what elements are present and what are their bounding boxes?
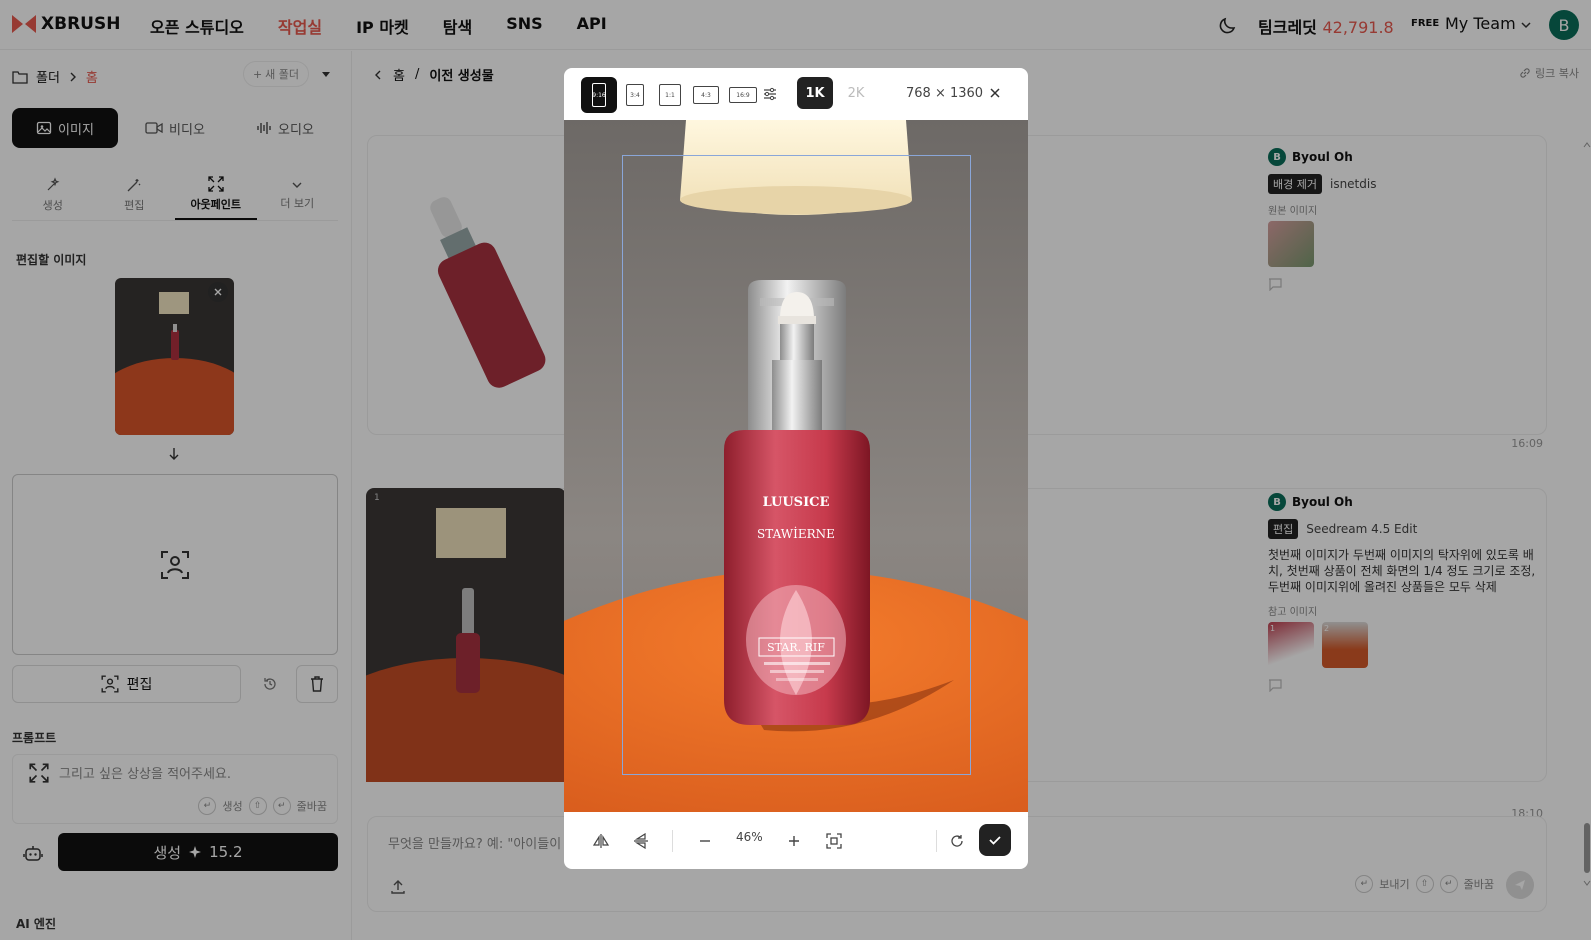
output-dimensions: 768 × 1360 <box>906 86 984 101</box>
ratio-9-16-button[interactable]: 9:16 <box>581 77 617 113</box>
ratio-4-3-label: 4:3 <box>693 86 719 104</box>
zoom-level: 46% <box>736 830 763 844</box>
resolution-2k-button[interactable]: 2K <box>838 77 874 109</box>
crop-frame[interactable] <box>622 155 971 775</box>
ratio-1-1-button[interactable]: 1:1 <box>652 77 688 113</box>
fit-to-screen-button[interactable] <box>821 828 847 854</box>
confirm-button[interactable] <box>979 824 1011 856</box>
toolbar-divider <box>672 830 673 852</box>
toolbar-divider <box>936 830 937 852</box>
sliders-icon[interactable] <box>763 87 777 101</box>
crop-canvas[interactable]: LUUSICE STAWİERNE STAR. RIF <box>564 120 1028 812</box>
outpaint-crop-modal: 9:16 3:4 1:1 4:3 16:9 1K 2K 768 × 1360 L… <box>564 68 1028 869</box>
resolution-1k-button[interactable]: 1K <box>797 77 833 109</box>
ratio-16-9-label: 16:9 <box>729 87 757 103</box>
ratio-3-4-label: 3:4 <box>626 84 644 106</box>
plus-icon <box>789 836 799 846</box>
modal-toolbar: 9:16 3:4 1:1 4:3 16:9 1K 2K 768 × 1360 <box>564 68 1028 120</box>
close-icon[interactable] <box>988 86 1002 100</box>
flip-vertical-icon <box>634 833 648 849</box>
ratio-1-1-label: 1:1 <box>659 84 681 106</box>
ratio-9-16-label: 9:16 <box>592 83 606 107</box>
zoom-in-button[interactable] <box>781 828 807 854</box>
fit-screen-icon <box>826 833 842 849</box>
refresh-icon <box>951 835 963 847</box>
flip-horizontal-button[interactable] <box>588 828 614 854</box>
check-icon <box>989 836 1001 845</box>
minus-icon <box>700 840 710 842</box>
flip-vertical-button[interactable] <box>628 828 654 854</box>
app-root: XBRUSH 오픈 스튜디오 작업실 IP 마켓 탐색 SNS API 팀크레딧… <box>0 0 1591 940</box>
ratio-4-3-button[interactable]: 4:3 <box>688 77 724 113</box>
ratio-16-9-button[interactable]: 16:9 <box>725 77 761 113</box>
zoom-out-button[interactable] <box>692 828 718 854</box>
reset-button[interactable] <box>944 828 970 854</box>
modal-bottom-toolbar: 46% <box>564 812 1028 869</box>
ratio-3-4-button[interactable]: 3:4 <box>617 77 653 113</box>
flip-horizontal-icon <box>593 834 609 848</box>
